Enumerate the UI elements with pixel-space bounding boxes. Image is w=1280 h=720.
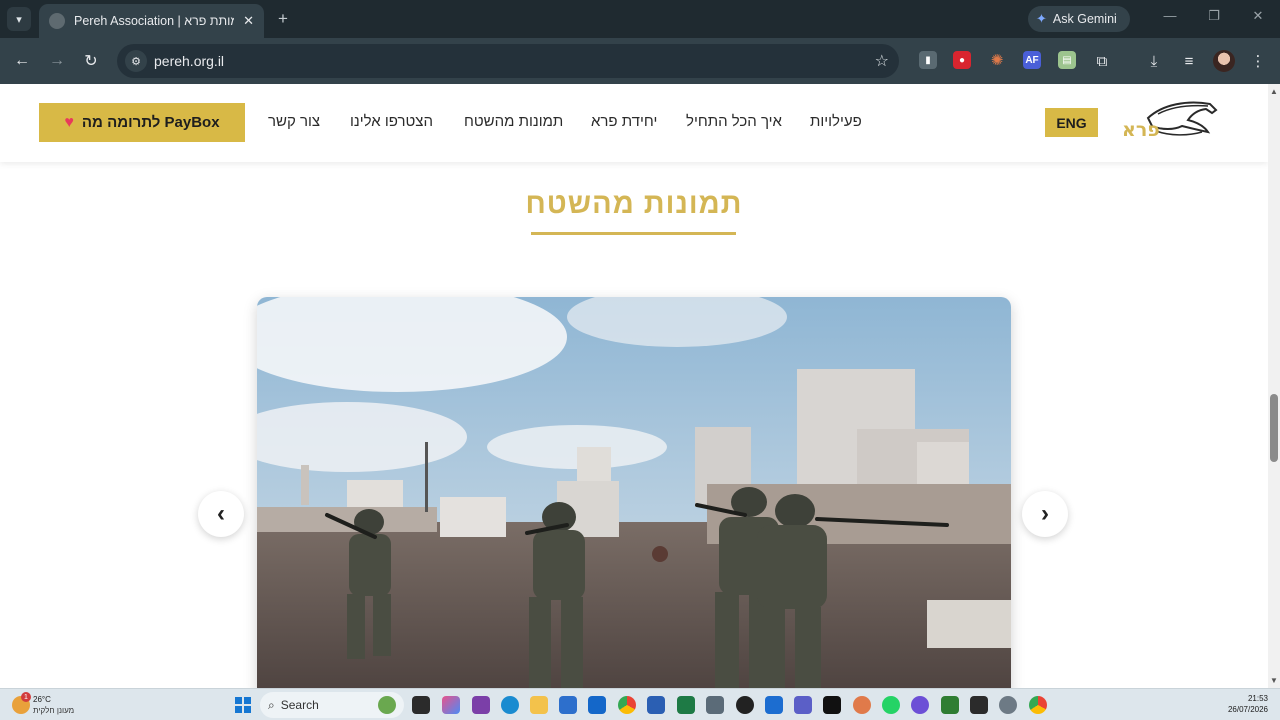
settings-icon[interactable] [999,696,1017,714]
claude-icon[interactable] [853,696,871,714]
bookmark-star-icon[interactable]: ☆ [875,51,889,71]
widget-tree-icon[interactable] [378,696,396,714]
soldiers-training-photo [257,297,1011,688]
window-close-button[interactable]: ✕ [1248,8,1268,24]
scroll-up-icon[interactable]: ▲ [1270,87,1278,96]
close-icon[interactable]: ✕ [243,13,254,29]
extension-red-icon[interactable]: ● [953,51,971,69]
maximize-button[interactable]: ❐ [1204,8,1224,24]
browser-tab-strip: ▾ Pereh Association | עמותת פרא ✕ + ✦ As… [0,0,1280,38]
weather-widget[interactable]: 1 26°C מעונן חלקית [12,692,102,718]
carousel-prev-button[interactable]: ‹ [198,491,244,537]
profile-avatar[interactable] [1213,50,1235,72]
chrome-profile-icon[interactable] [1029,696,1047,714]
browser-tab[interactable]: Pereh Association | עמותת פרא ✕ [39,4,264,38]
site-info-icon[interactable]: ⚙ [125,50,147,72]
copilot-icon[interactable] [442,696,460,714]
taskbar-search-label: Search [280,698,319,712]
favicon-icon [49,13,65,29]
logo-text: פרא [1122,119,1160,141]
clock-date: 26/07/2026 [1227,705,1268,714]
calculator-icon[interactable] [706,696,724,714]
language-toggle-button[interactable]: ENG [1045,108,1098,137]
extension-chat-icon[interactable]: ▤ [1058,51,1076,69]
clock-time: 21:53 [1247,694,1268,703]
page-viewport: ♥ לתרומה מה PayBox פעילויות איך הכל התחי… [0,84,1268,688]
weather-temperature: 26°C [33,695,51,704]
task-view-icon[interactable] [412,696,430,714]
carousel-next-button[interactable]: › [1022,491,1068,537]
section-title: תמונות מהשטח [525,188,743,220]
tab-title: Pereh Association | עמותת פרא [74,14,234,28]
forward-button[interactable]: → [46,50,68,72]
gemini-icon: ✦ [1036,11,1047,26]
whatsapp-icon[interactable] [882,696,900,714]
scrollbar-thumb[interactable] [1270,394,1278,462]
back-button[interactable]: ← [11,50,33,72]
pereh-logo[interactable]: פרא [1118,96,1220,146]
outlook-icon[interactable] [588,696,606,714]
donate-label: לתרומה מה PayBox [81,114,220,131]
excel-icon[interactable] [677,696,695,714]
obsidian-icon[interactable] [911,696,929,714]
photo-app-icon[interactable] [941,696,959,714]
word-icon[interactable] [647,696,665,714]
address-bar[interactable]: ⚙ pereh.org.il ☆ [117,44,899,78]
carousel-slide-photo[interactable] [257,297,1011,688]
site-header: ♥ לתרומה מה PayBox פעילויות איך הכל התחי… [0,84,1268,162]
extension-flag-icon[interactable]: ▮ [919,51,937,69]
nav-link-pereh-unit[interactable]: יחידת פרא [591,113,657,130]
nav-link-field-photos[interactable]: תמונות מהשטח [464,113,563,130]
title-underline [531,232,736,235]
nav-link-activities[interactable]: פעילויות [810,113,862,130]
media-control-icon[interactable]: ≡ [1178,50,1200,72]
nav-link-how-it-started[interactable]: איך הכל התחיל [686,113,782,130]
terminal-icon[interactable] [970,696,988,714]
edge-icon[interactable] [501,696,519,714]
scroll-down-icon[interactable]: ▼ [1270,676,1278,685]
download-icon[interactable]: ⤓ [1143,50,1165,72]
start-button[interactable] [235,697,251,713]
tab-search-button[interactable]: ▾ [7,7,31,31]
windows-taskbar: 1 26°C מעונן חלקית ⌕ Search 21:53 26/07/… [0,688,1280,720]
page-scrollbar[interactable]: ▲ ▼ [1268,84,1280,688]
browser-menu-icon[interactable]: ⋮ [1247,50,1269,72]
system-clock[interactable]: 21:53 26/07/2026 [1228,693,1268,715]
store-icon[interactable] [559,696,577,714]
nav-link-join-us[interactable]: הצטרפו אלינו [350,113,433,130]
notification-badge: 1 [21,692,31,702]
extension-sunburst-icon[interactable]: ✺ [988,51,1006,69]
minimize-button[interactable]: — [1160,8,1180,23]
writer-icon[interactable] [823,696,841,714]
teams-icon[interactable] [794,696,812,714]
address-text: pereh.org.il [154,53,225,69]
reload-button[interactable]: ↻ [80,50,102,72]
recorder-icon[interactable] [736,696,754,714]
nav-link-contact[interactable]: צור קשר [268,113,320,130]
browser-toolbar: ← → ↻ ⚙ pereh.org.il ☆ ▮ ● ✺ AF ▤ ⧉ ⤓ ≡ … [0,38,1280,84]
heart-icon: ♥ [64,113,74,131]
onenote-icon[interactable] [472,696,490,714]
notepad-icon[interactable] [765,696,783,714]
extensions-puzzle-icon[interactable]: ⧉ [1091,50,1113,72]
new-tab-button[interactable]: + [272,8,294,30]
chrome-icon[interactable] [618,696,636,714]
ask-gemini-button[interactable]: ✦ Ask Gemini [1028,6,1130,32]
search-icon: ⌕ [268,697,275,712]
ask-gemini-label: Ask Gemini [1052,12,1117,26]
weather-condition: מעונן חלקית [33,706,75,715]
extension-af-icon[interactable]: AF [1023,51,1041,69]
file-explorer-icon[interactable] [530,696,548,714]
donate-paybox-button[interactable]: ♥ לתרומה מה PayBox [39,103,245,142]
